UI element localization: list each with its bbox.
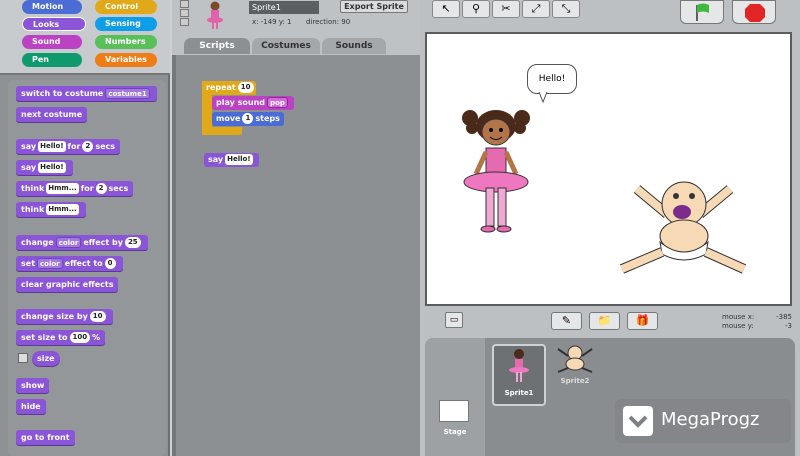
block-think[interactable]: think Hmm... (16, 202, 86, 217)
category-selector: Motion Control Looks Sensing Sound Numbe… (0, 0, 170, 75)
play-sound-block[interactable]: play sound pop (212, 96, 294, 110)
repeat-count[interactable]: 10 (237, 82, 254, 93)
shrink-tool-icon[interactable]: ⤡ (552, 0, 580, 18)
sprite1-ballerina[interactable] (452, 104, 542, 239)
mouse-x-readout: mouse x: -385 (722, 313, 792, 321)
blocks-list: switch to costume costume1 next costume s… (8, 80, 166, 456)
sprite1-label: Sprite1 (504, 389, 534, 397)
say-block[interactable]: say Hello! (204, 153, 259, 167)
size-checkbox[interactable] (18, 353, 28, 363)
paint-new-sprite-button[interactable]: ✎ (551, 312, 582, 330)
folder-star-icon: 📁 (597, 314, 612, 327)
sprite-info-bar: Sprite1 Export Sprite x: -149 y: 1 direc… (172, 0, 420, 55)
green-flag-button[interactable] (680, 0, 724, 24)
block-set-effect[interactable]: set color effect to 0 (16, 256, 123, 271)
stage-thumbnail-area[interactable]: Stage (425, 338, 485, 456)
block-next-costume[interactable]: next costume (16, 107, 88, 122)
choose-sprite-file-button[interactable]: 📁 (589, 312, 620, 330)
block-change-size[interactable]: change size by 10 (16, 309, 113, 324)
baby-thumbnail-icon (557, 345, 593, 373)
category-sensing[interactable]: Sensing (95, 17, 157, 31)
block-say-for-secs[interactable]: say Hello! for 2 secs (16, 139, 121, 154)
block-hide[interactable]: hide (16, 399, 46, 414)
arrow-tool-icon[interactable]: ↖ (432, 0, 460, 18)
move-steps-block[interactable]: move 1 steps (212, 112, 284, 126)
sprite-thumb-sprite2[interactable]: Sprite2 (550, 344, 600, 394)
block-change-effect[interactable]: change color effect by 25 (16, 235, 148, 250)
sprite-coordinates: x: -149 y: 1 (252, 18, 292, 26)
block-size-reporter[interactable]: size (32, 351, 60, 366)
block-think-for-secs[interactable]: think Hmm... for 2 secs (16, 181, 134, 196)
export-sprite-button[interactable]: Export Sprite (340, 0, 408, 13)
costume-dropdown[interactable]: costume1 (105, 88, 150, 99)
sprite-thumb-sprite1[interactable]: Sprite1 (492, 344, 546, 406)
grow-tool-icon[interactable]: ⤢ (522, 0, 550, 18)
stamp-tool-icon[interactable]: ⚲ (462, 0, 490, 18)
surprise-sprite-button[interactable]: 🎁 (627, 312, 658, 330)
sprite2-label: Sprite2 (560, 377, 590, 385)
tab-scripts[interactable]: Scripts (184, 38, 250, 54)
stage-label: Stage (443, 428, 467, 436)
category-sound[interactable]: Sound (22, 35, 82, 49)
watermark: MegaProgz (615, 399, 791, 443)
stage-thumbnail[interactable] (439, 400, 469, 422)
speech-bubble: Hello! (527, 64, 577, 94)
block-say[interactable]: say Hello! (16, 160, 73, 175)
ballerina-thumbnail-icon (509, 349, 529, 382)
watermark-text: MegaProgz (661, 409, 760, 430)
scissors-tool-icon[interactable]: ✂ (492, 0, 520, 18)
block-set-size[interactable]: set size to 100% (16, 330, 106, 345)
category-control[interactable]: Control (95, 0, 157, 14)
presentation-mode-button[interactable]: ▭ (445, 312, 463, 328)
category-numbers[interactable]: Numbers (95, 35, 157, 49)
category-variables[interactable]: Variables (95, 53, 157, 67)
block-go-to-front[interactable]: go to front (16, 430, 75, 445)
stop-button[interactable] (732, 0, 776, 24)
sprite-direction: direction: 90 (306, 18, 351, 26)
gift-box-icon: 🎁 (635, 314, 650, 327)
stage[interactable]: Hello! (425, 32, 792, 306)
monitor-icon: ▭ (449, 315, 459, 325)
sprite-thumbnail (207, 1, 223, 29)
sprite2-baby[interactable] (612, 174, 752, 284)
sprite-name-field[interactable]: Sprite1 (249, 1, 319, 14)
block-clear-effects[interactable]: clear graphic effects (16, 277, 119, 292)
tab-sounds[interactable]: Sounds (322, 38, 386, 54)
block-switch-costume[interactable]: switch to costume costume1 (16, 86, 157, 101)
rotation-style-buttons[interactable] (180, 0, 192, 30)
category-looks[interactable]: Looks (22, 17, 86, 31)
stop-sign-icon (745, 4, 765, 22)
category-motion[interactable]: Motion (22, 0, 82, 14)
category-pen[interactable]: Pen (22, 53, 82, 67)
tab-costumes[interactable]: Costumes (252, 38, 320, 54)
green-flag-icon (696, 3, 709, 21)
block-show[interactable]: show (16, 378, 50, 393)
scripts-area[interactable]: repeat 10 play sound pop move 1 steps say Hel… (172, 55, 420, 456)
watermark-logo-icon (623, 406, 653, 436)
paintbrush-star-icon: ✎ (561, 314, 572, 327)
mouse-y-readout: mouse y: -3 (722, 322, 792, 330)
speech-bubble-tail (538, 92, 548, 104)
